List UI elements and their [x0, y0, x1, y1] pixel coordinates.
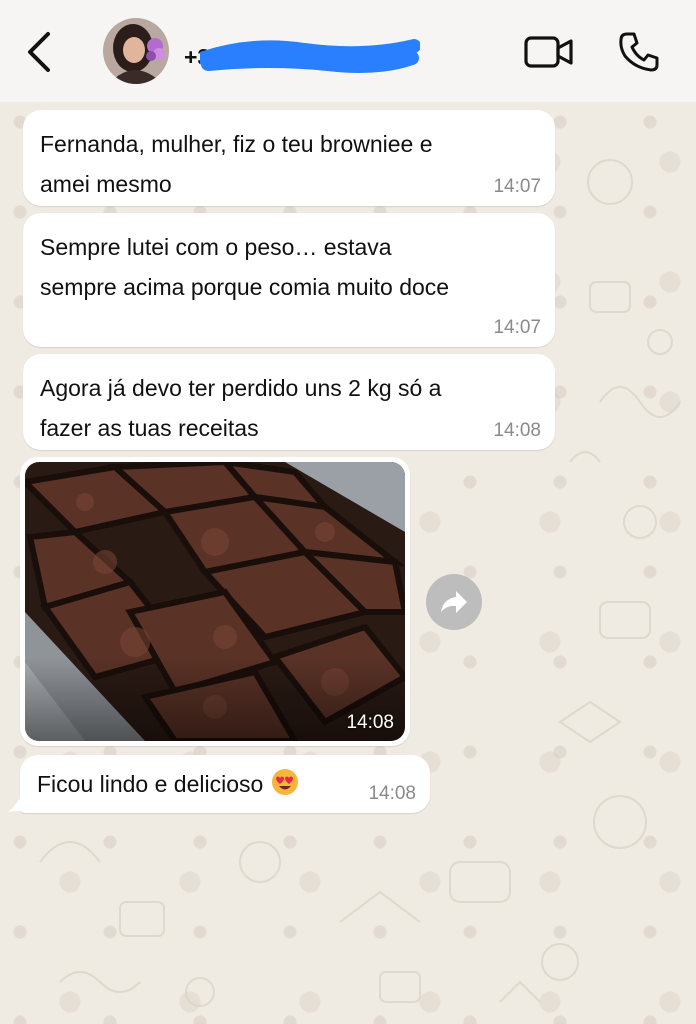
forward-share-icon [441, 591, 467, 613]
video-camera-icon [524, 36, 573, 68]
message-bubble[interactable]: Agora já devo ter perdido uns 2 kg só a … [23, 354, 555, 450]
message-time: 14:08 [493, 420, 541, 441]
chat-header: +3 [0, 0, 696, 102]
chevron-left-icon [28, 32, 50, 72]
message-time: 14:08 [346, 712, 394, 733]
phone-icon [619, 32, 659, 72]
message-text: Agora já devo ter perdido uns 2 kg só a … [40, 375, 442, 441]
contact-avatar[interactable] [103, 18, 169, 84]
message-time: 14:08 [368, 783, 416, 804]
message-time: 14:07 [493, 176, 541, 197]
voice-call-button[interactable] [617, 30, 661, 74]
brownie-image [25, 462, 405, 741]
forward-button[interactable] [426, 574, 482, 630]
brownie-photo[interactable] [25, 462, 405, 741]
message-bubble[interactable]: Sempre lutei com o peso… estava sempre a… [23, 213, 555, 347]
heart-eyes-emoji-icon [272, 769, 299, 795]
video-call-button[interactable] [523, 32, 575, 72]
message-text: Ficou lindo e delicioso [37, 771, 264, 797]
message-time: 14:07 [493, 317, 541, 338]
image-message[interactable]: 14:08 [20, 457, 410, 746]
message-bubble[interactable]: Fernanda, mulher, fiz o teu browniee e a… [23, 110, 555, 206]
message-text: Fernanda, mulher, fiz o teu browniee e a… [40, 131, 433, 197]
back-button[interactable] [22, 30, 58, 74]
message-text-wrap: Ficou lindo e delicioso [37, 764, 299, 804]
avatar-photo [103, 18, 169, 84]
redaction-scribble [200, 39, 420, 73]
message-bubble[interactable]: Ficou lindo e delicioso 14:08 [20, 755, 430, 813]
message-text: Sempre lutei com o peso… estava sempre a… [40, 234, 450, 300]
